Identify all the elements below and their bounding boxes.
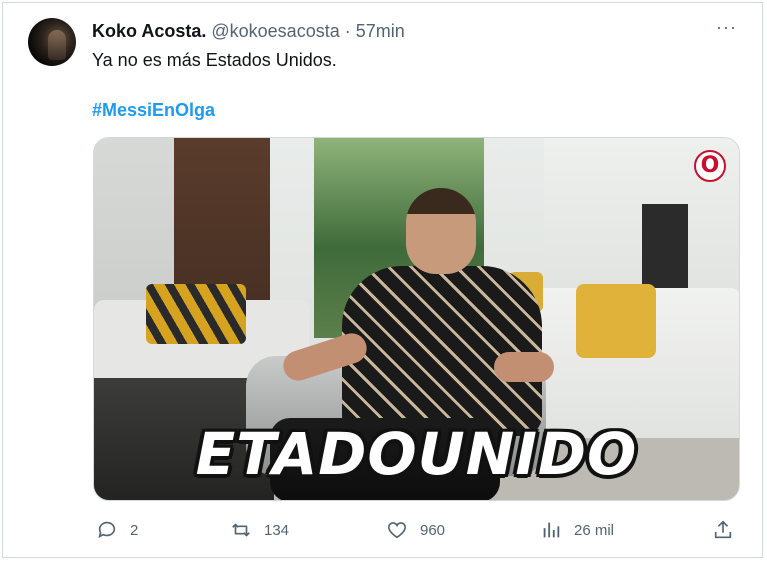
views-icon [543, 522, 560, 538]
media-person-arm-right [494, 352, 554, 382]
like-count: 960 [420, 521, 446, 539]
tweet-text: Ya no es más Estados Unidos. [92, 50, 337, 70]
media-person-head [406, 188, 476, 274]
retweet-icon [232, 523, 250, 537]
reply-count: 2 [130, 521, 139, 539]
like-button[interactable]: 960 [386, 514, 445, 546]
views-button[interactable]: 26 mil [540, 514, 614, 546]
media-pillow-right [576, 284, 656, 358]
channel-logo: O [694, 150, 726, 182]
tweet-timestamp[interactable]: 57min [356, 21, 405, 41]
reply-button[interactable]: 2 [96, 514, 138, 546]
share-icon [714, 520, 732, 539]
header-separator: · [344, 21, 351, 41]
media-shelf [642, 204, 688, 294]
like-icon [387, 522, 407, 539]
reply-icon [98, 521, 116, 538]
media-caption: ETADOUNIDO [195, 420, 638, 488]
tweet-media[interactable]: ETADOUNIDO O [93, 137, 740, 501]
author-name[interactable]: Koko Acosta. [92, 21, 206, 41]
retweet-count: 134 [264, 521, 290, 539]
views-count: 26 mil [574, 521, 615, 539]
hashtag-link[interactable]: #MessiEnOlga [92, 99, 215, 121]
media-person-shirt [342, 266, 542, 436]
author-handle[interactable]: @kokoesacosta [211, 21, 339, 41]
share-button[interactable] [712, 514, 734, 546]
avatar[interactable] [28, 18, 76, 66]
media-pillow-left [146, 284, 246, 344]
tweet-actions: 2 134 960 26 mil [0, 514, 767, 546]
more-icon[interactable]: ··· [716, 18, 737, 36]
retweet-button[interactable]: 134 [230, 514, 289, 546]
tweet-header: Koko Acosta. @kokoesacosta · 57min [92, 20, 405, 42]
